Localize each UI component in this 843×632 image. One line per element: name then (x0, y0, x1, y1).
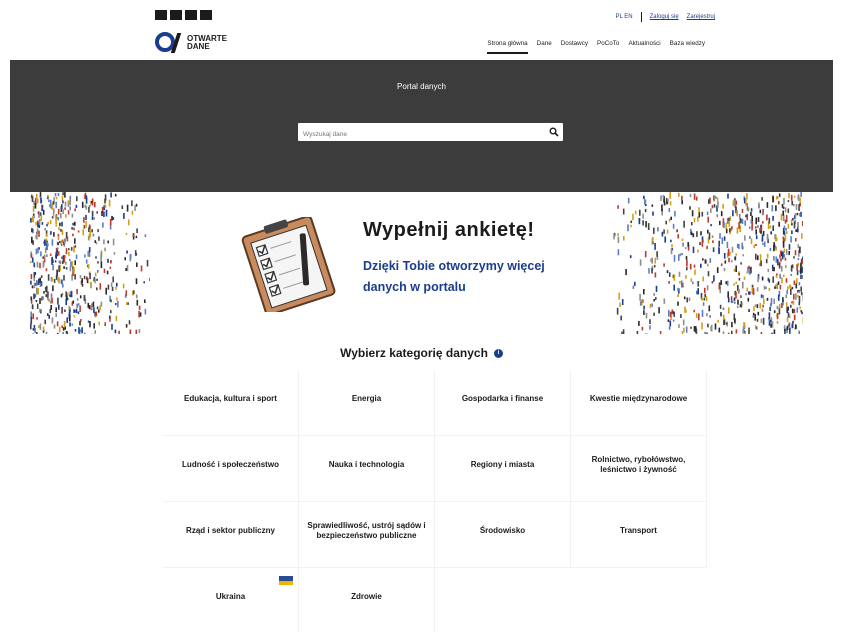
category-tile-population[interactable]: Ludność i społeczeństwo (163, 436, 299, 502)
login-link[interactable]: Zaloguj się (650, 14, 679, 20)
category-tile-environment[interactable]: Środowisko (435, 502, 571, 568)
site-logo-text: OTWARTE DANE (187, 34, 227, 51)
category-tile-justice[interactable]: Sprawiedliwość, ustrój sądów i bezpiecze… (299, 502, 435, 568)
nav-item-news[interactable]: Aktualności (628, 40, 660, 54)
gov-logo-mark (155, 10, 167, 20)
divider (640, 12, 642, 22)
info-icon[interactable]: i (493, 349, 503, 359)
category-tile-regions[interactable]: Regiony i miasta (435, 436, 571, 502)
categories-heading: Wybierz kategorię danych i (0, 346, 843, 360)
gov-logo[interactable] (155, 10, 220, 20)
nav-item-pocoto[interactable]: PoCoTo (597, 40, 619, 54)
gov-logo-mark (185, 10, 197, 20)
hero-section: Portal danych (10, 60, 833, 192)
survey-banner[interactable]: Wypełnij ankietę! Dzięki Tobie otworzymy… (10, 192, 833, 334)
banner-title: Wypełnij ankietę! (363, 219, 535, 241)
nav-item-data[interactable]: Dane (537, 40, 552, 54)
search-bar (298, 123, 563, 144)
category-tile-science[interactable]: Nauka i technologia (299, 436, 435, 502)
category-tile-education[interactable]: Edukacja, kultura i sport (163, 370, 299, 436)
hero-title: Portal danych (397, 82, 446, 91)
language-switcher[interactable]: PL EN (616, 14, 633, 20)
category-tile-government[interactable]: Rząd i sektor publiczny (163, 502, 299, 568)
nav-item-home[interactable]: Strona główna (487, 40, 528, 54)
decorative-pattern (30, 192, 150, 334)
main-nav: Strona główna Dane Dostawcy PoCoTo Aktua… (487, 40, 705, 54)
category-tile-health[interactable]: Zdrowie (299, 568, 435, 632)
register-link[interactable]: Zarejestruj (687, 14, 715, 20)
category-grid: Edukacja, kultura i sport Energia Gospod… (163, 370, 707, 632)
clipboard-checklist-icon (241, 217, 336, 312)
category-tile-economy[interactable]: Gospodarka i finanse (435, 370, 571, 436)
category-tile-international[interactable]: Kwestie międzynarodowe (571, 370, 707, 436)
category-tile-ukraine[interactable]: Ukraina (163, 568, 299, 632)
otwarte-dane-logo-icon (155, 32, 183, 54)
search-icon[interactable] (549, 127, 559, 137)
ukraine-flag-icon (279, 576, 293, 585)
site-logo[interactable]: OTWARTE DANE (155, 32, 227, 54)
category-tile-energy[interactable]: Energia (299, 370, 435, 436)
category-tile-agriculture[interactable]: Rolnictwo, rybołówstwo, leśnictwo i żywn… (571, 436, 707, 502)
category-tile-transport[interactable]: Transport (571, 502, 707, 568)
nav-item-providers[interactable]: Dostawcy (561, 40, 588, 54)
nav-item-knowledge-base[interactable]: Baza wiedzy (670, 40, 705, 54)
banner-subtitle: Dzięki Tobie otworzymy więcej danych w p… (363, 259, 545, 294)
top-links: PL EN Zaloguj się Zarejestruj (616, 12, 715, 22)
decorative-pattern (613, 192, 803, 334)
gov-logo-mark (200, 10, 212, 20)
search-input[interactable] (298, 125, 533, 144)
top-bar: PL EN Zaloguj się Zarejestruj (155, 10, 715, 30)
gov-logo-mark (170, 10, 182, 20)
